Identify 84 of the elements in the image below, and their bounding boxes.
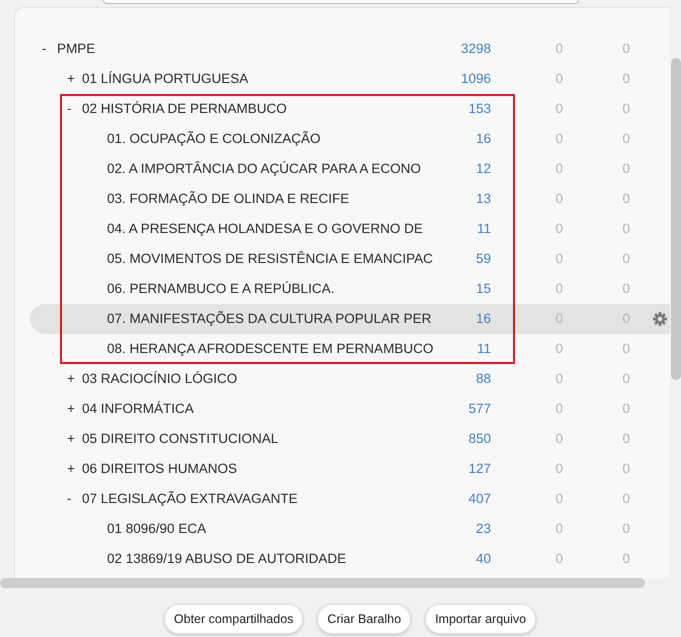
- deck-name[interactable]: 01 LÍNGUA PORTUGUESA: [82, 68, 248, 90]
- card-count: 0: [554, 490, 563, 508]
- card-count: 16: [474, 310, 491, 328]
- card-count: 0: [621, 550, 630, 568]
- card-count: 0: [554, 460, 563, 478]
- card-count: 15: [474, 280, 491, 298]
- card-count: 0: [554, 40, 563, 58]
- card-count: 0: [621, 130, 630, 148]
- tree-toggle[interactable]: +: [67, 368, 82, 390]
- vertical-scrollbar[interactable]: [671, 58, 681, 380]
- deck-name[interactable]: 08. HERANÇA AFRODESCENTE EM PERNAMBUCO: [107, 338, 434, 360]
- card-count: 0: [554, 100, 563, 118]
- card-count: 0: [621, 280, 630, 298]
- deck-name[interactable]: 03. FORMAÇÃO DE OLINDA E RECIFE: [107, 188, 350, 210]
- card-count: 850: [467, 430, 491, 448]
- card-count: 0: [621, 250, 630, 268]
- card-count: 0: [621, 220, 630, 238]
- card-count: 0: [554, 130, 563, 148]
- card-count: 12: [474, 160, 491, 178]
- tree-toggle[interactable]: +: [67, 428, 82, 450]
- action-button[interactable]: Criar Baralho: [317, 604, 412, 634]
- deck-name[interactable]: 01. OCUPAÇÃO E COLONIZAÇÃO: [107, 128, 321, 150]
- card-count: 0: [554, 70, 563, 88]
- card-count: 0: [621, 160, 630, 178]
- card-count: 0: [621, 40, 630, 58]
- card-count: 0: [621, 340, 630, 358]
- tree-toggle[interactable]: +: [67, 398, 82, 420]
- action-button[interactable]: Obter compartilhados: [164, 604, 304, 634]
- deck-name[interactable]: 02 HISTÓRIA DE PERNAMBUCO: [82, 98, 287, 120]
- card-count: 0: [554, 220, 563, 238]
- card-count: 0: [621, 190, 630, 208]
- card-count: 0: [621, 100, 630, 118]
- card-count: 0: [621, 370, 630, 388]
- tree-toggle[interactable]: +: [67, 458, 82, 480]
- card-count: 0: [554, 250, 563, 268]
- deck-name[interactable]: 07 LEGISLAÇÃO EXTRAVAGANTE: [82, 488, 298, 510]
- card-count: 11: [476, 340, 491, 358]
- card-count: 13: [474, 190, 491, 208]
- deck-name[interactable]: 02 13869/19 ABUSO DE AUTORIDADE: [107, 548, 346, 570]
- horizontal-scrollbar[interactable]: [0, 578, 645, 588]
- tree-toggle[interactable]: -: [67, 98, 82, 120]
- card-count: 0: [621, 460, 630, 478]
- card-count: 40: [474, 550, 491, 568]
- settings-icon[interactable]: [653, 312, 667, 326]
- tree-toggle[interactable]: +: [67, 68, 82, 90]
- deck-name[interactable]: 06. PERNAMBUCO E A REPÚBLICA.: [107, 278, 334, 300]
- card-count: 11: [476, 220, 491, 238]
- deck-name[interactable]: 04. A PRESENÇA HOLANDESA E O GOVERNO DE: [107, 218, 423, 240]
- card-count: 3298: [460, 40, 491, 58]
- deck-name[interactable]: 03 RACIOCÍNIO LÓGICO: [82, 368, 238, 390]
- deck-name[interactable]: 04 INFORMÁTICA: [82, 398, 194, 420]
- card-count: 153: [467, 100, 491, 118]
- card-count: 0: [554, 430, 563, 448]
- action-button[interactable]: Importar arquivo: [425, 604, 536, 634]
- card-count: 0: [621, 400, 630, 418]
- card-count: 23: [474, 520, 491, 538]
- tree-toggle[interactable]: -: [42, 38, 57, 60]
- deck-name[interactable]: 06 DIREITOS HUMANOS: [82, 458, 238, 480]
- card-count: 0: [554, 520, 563, 538]
- tree-toggle[interactable]: -: [67, 488, 82, 510]
- card-count: 0: [554, 340, 563, 358]
- deck-name[interactable]: 05 DIREITO CONSTITUCIONAL: [82, 428, 278, 450]
- deck-name[interactable]: 01 8096/90 ECA: [107, 518, 206, 540]
- card-count: 0: [554, 280, 563, 298]
- card-count: 407: [467, 490, 491, 508]
- card-count: 0: [621, 430, 630, 448]
- card-count: 0: [621, 520, 630, 538]
- card-count: 577: [467, 400, 491, 418]
- card-count: 0: [554, 550, 563, 568]
- deck-name[interactable]: PMPE: [57, 38, 96, 60]
- deck-name[interactable]: 05. MOVIMENTOS DE RESISTÊNCIA E EMANCIPAC: [107, 248, 433, 270]
- deck-name[interactable]: 07. MANIFESTAÇÕES DA CULTURA POPULAR PER: [107, 308, 432, 330]
- card-count: 0: [621, 70, 630, 88]
- deck-name[interactable]: 02. A IMPORTÂNCIA DO AÇÚCAR PARA A ECONO: [107, 158, 421, 180]
- card-count: 127: [467, 460, 491, 478]
- card-count: 59: [474, 250, 491, 268]
- card-count: 0: [554, 160, 563, 178]
- card-count: 0: [554, 190, 563, 208]
- card-count: 0: [554, 400, 563, 418]
- card-count: 88: [474, 370, 491, 388]
- card-count: 16: [474, 130, 491, 148]
- card-count: 0: [554, 370, 563, 388]
- card-count: 1096: [460, 70, 491, 88]
- card-count: 0: [621, 490, 630, 508]
